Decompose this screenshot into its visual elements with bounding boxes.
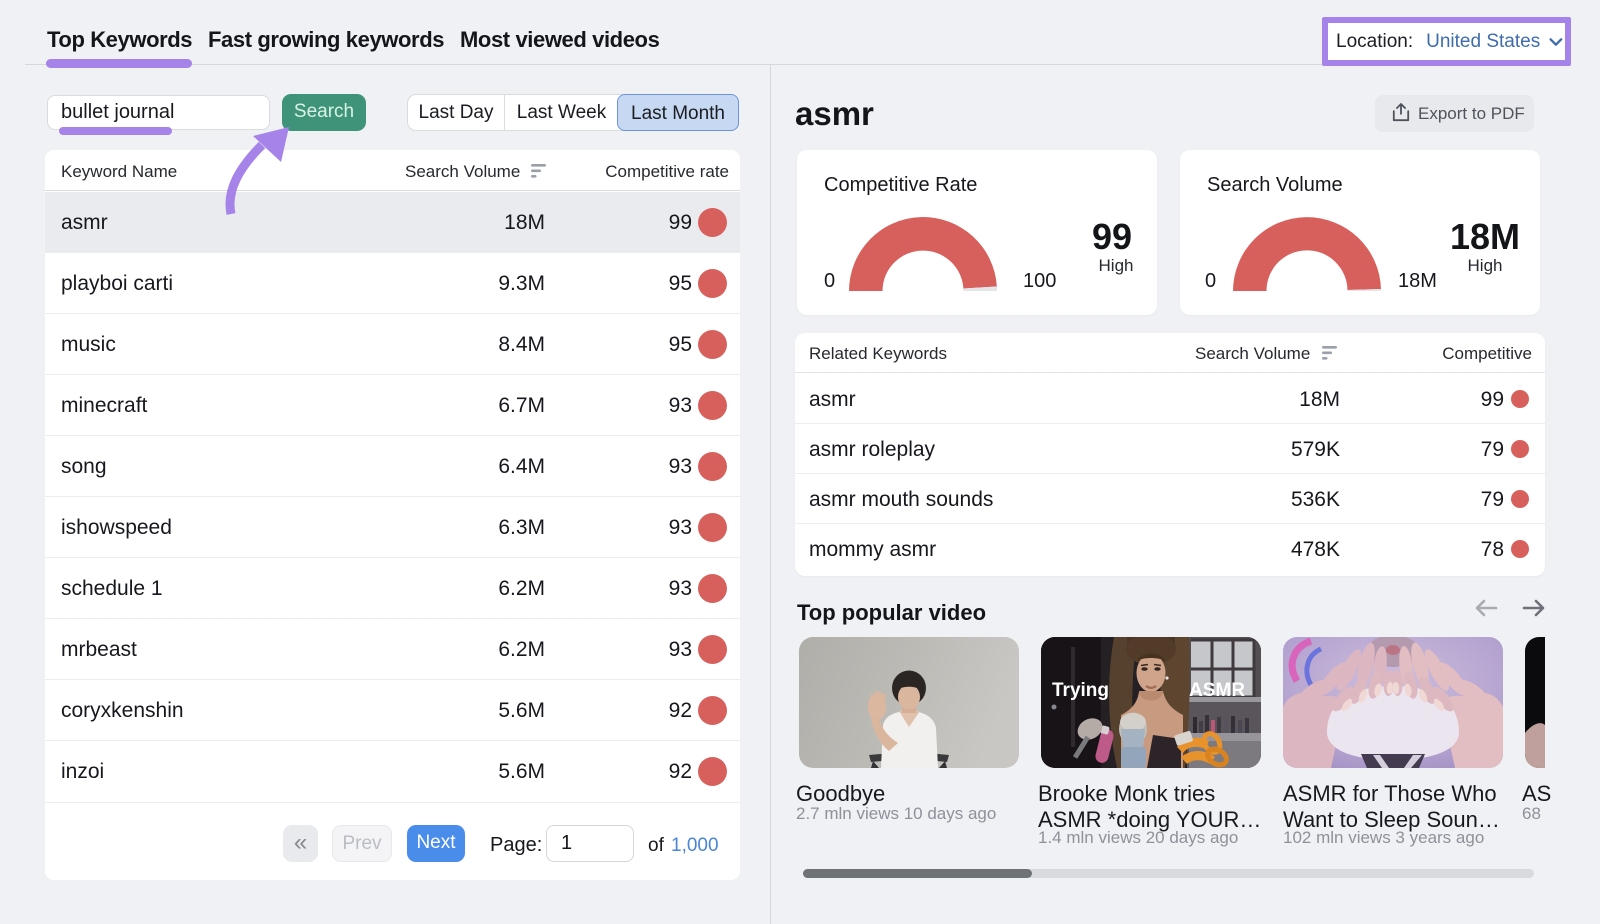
svg-text:Trying: Trying <box>1052 680 1109 701</box>
svg-text:ASMR: ASMR <box>1189 680 1245 701</box>
